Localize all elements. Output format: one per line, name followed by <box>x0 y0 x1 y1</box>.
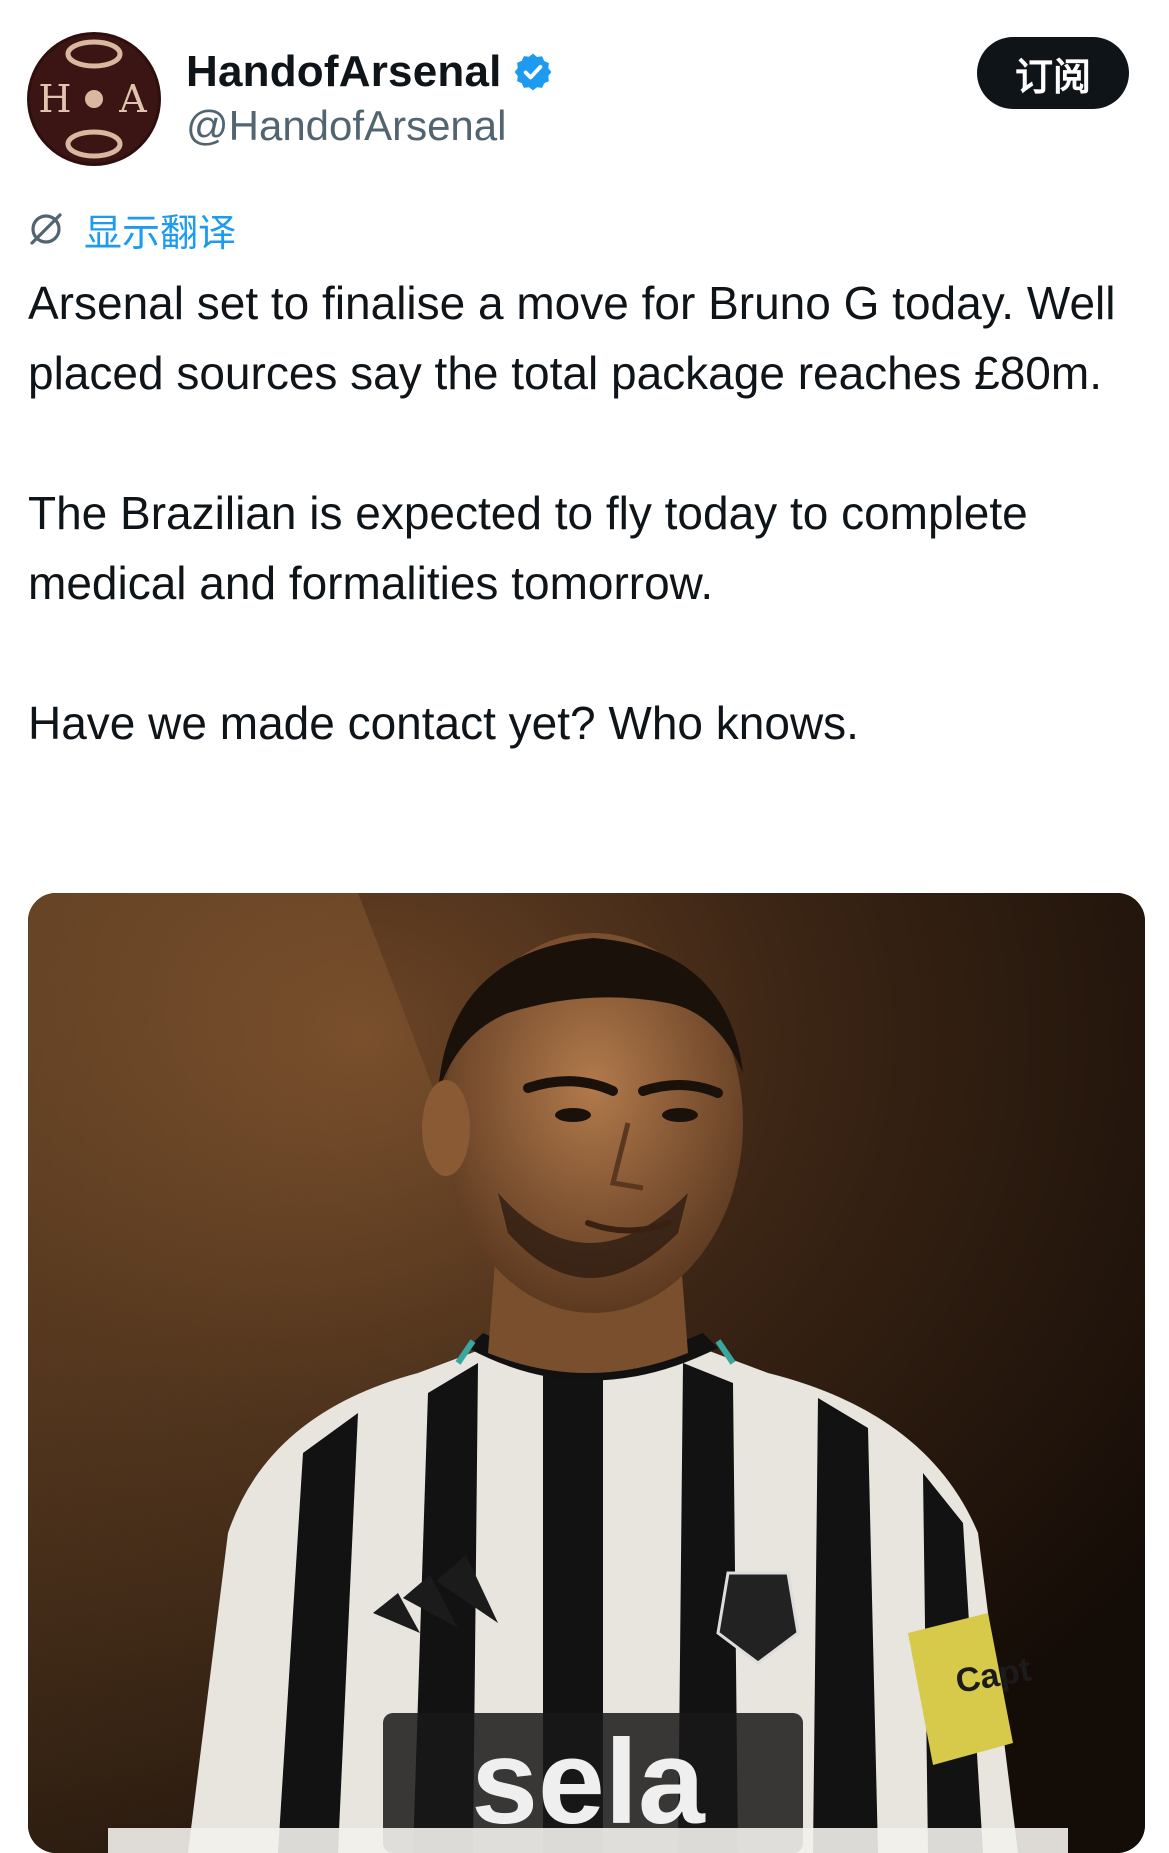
tweet-paragraph: Arsenal set to finalise a move for Bruno… <box>28 277 1116 399</box>
tweet-media-image[interactable]: Capt sela <box>28 893 1145 1853</box>
subscribe-button[interactable]: 订阅 <box>977 37 1129 109</box>
show-translation-link[interactable]: 显示翻译 <box>26 203 236 255</box>
name-row: HandofArsenal <box>186 44 554 100</box>
svg-text:H: H <box>38 77 71 121</box>
verified-badge-icon <box>514 53 551 91</box>
user-handle[interactable]: @HandofArsenal <box>186 102 506 150</box>
display-name[interactable]: HandofArsenal <box>186 47 502 97</box>
tweet-paragraph: The Brazilian is expected to fly today t… <box>28 487 1028 609</box>
tweet-paragraph: Have we made contact yet? Who knows. <box>28 697 859 749</box>
avatar-logo-icon: H A <box>30 35 158 163</box>
globe-translate-icon <box>30 213 62 245</box>
svg-text:A: A <box>118 77 147 121</box>
tweet-header: H A HandofArsenal @HandofArsenal 订阅 <box>0 0 1169 180</box>
show-translation-label: 显示翻译 <box>84 210 237 255</box>
tweet-text: Arsenal set to finalise a move for Bruno… <box>28 268 1148 758</box>
avatar[interactable]: H A <box>27 32 161 166</box>
player-photo: Capt sela <box>28 893 1145 1853</box>
